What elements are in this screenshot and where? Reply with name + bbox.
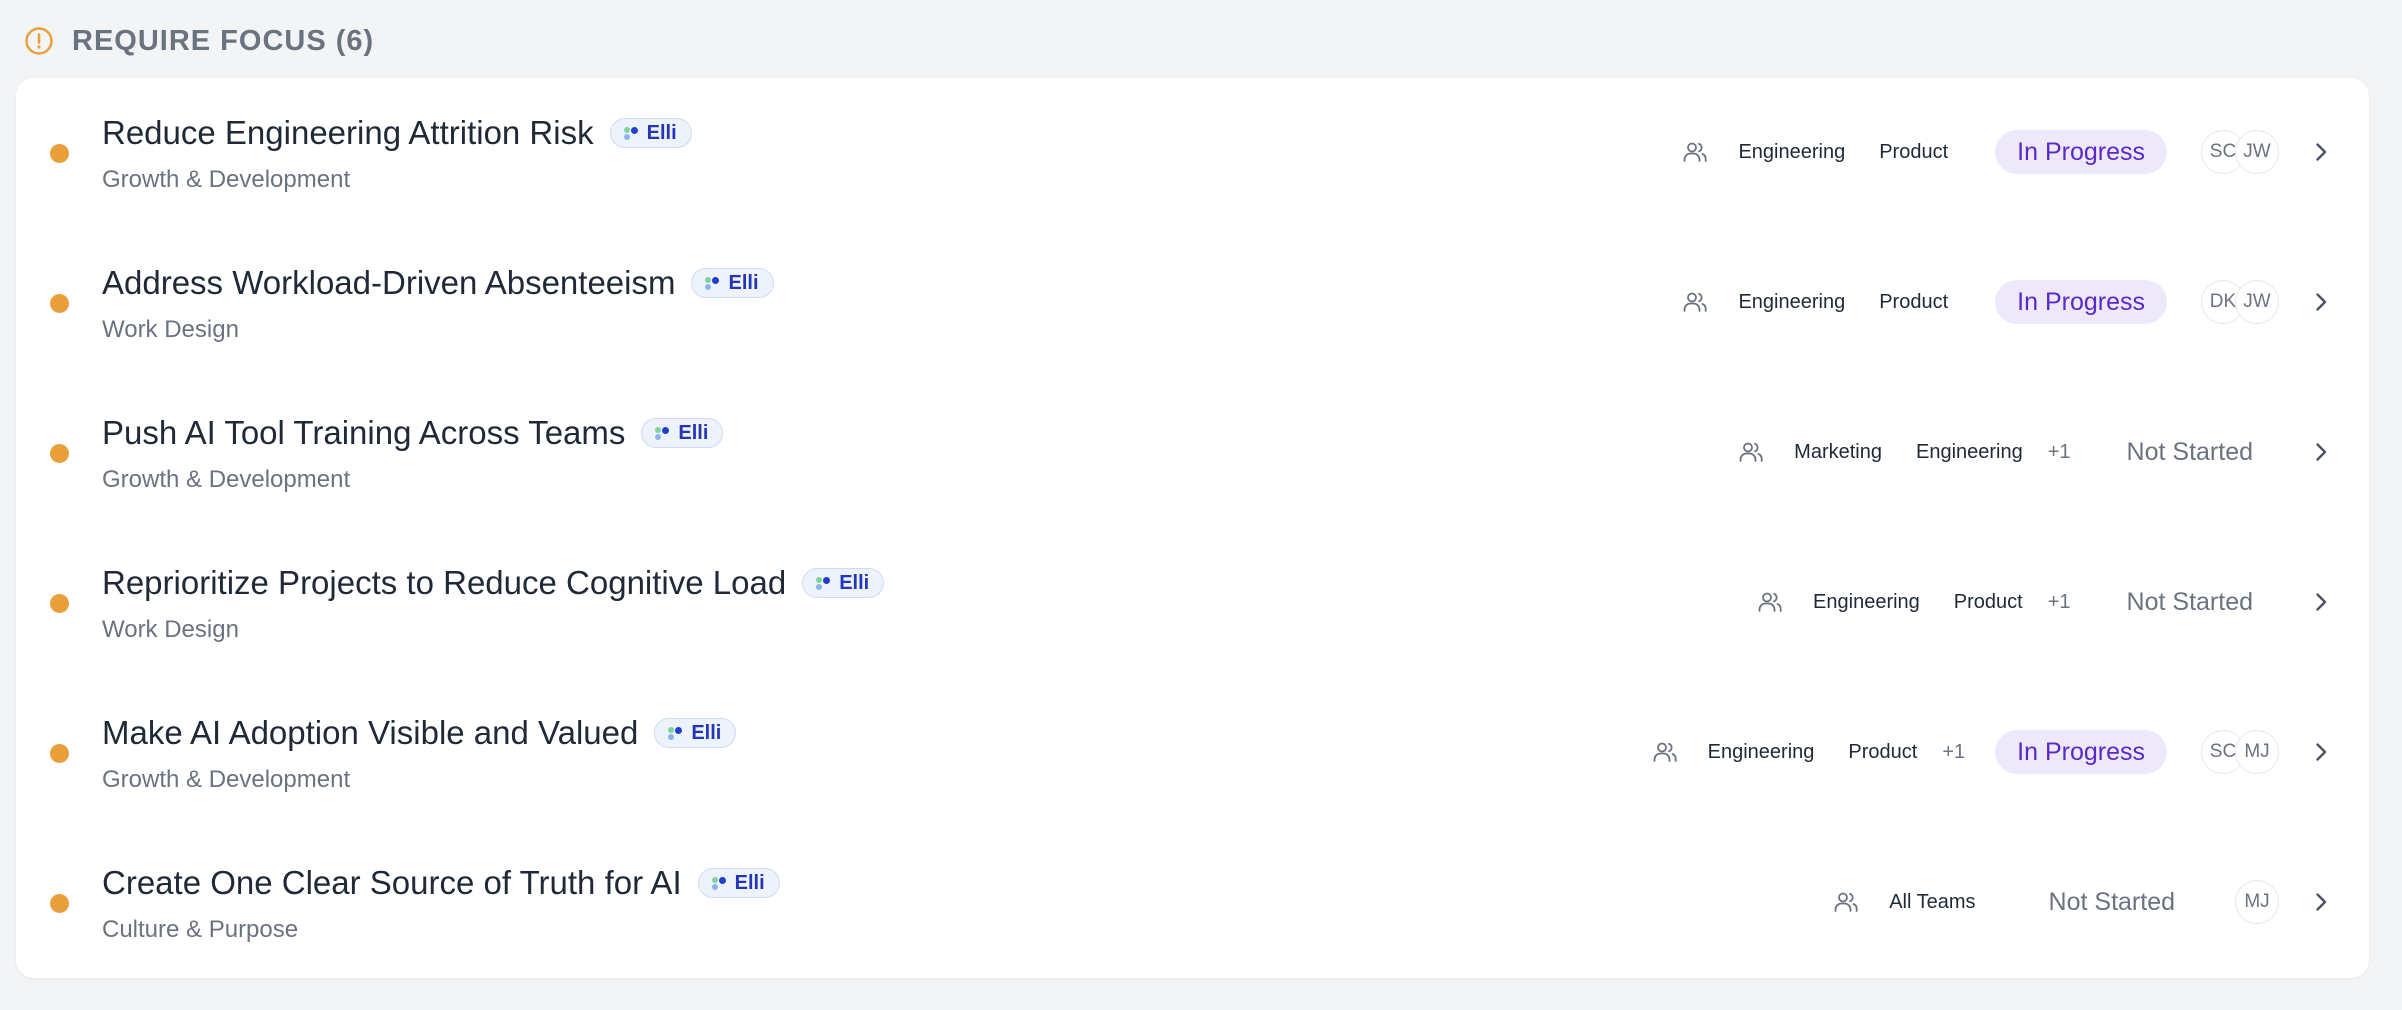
team-tag: Engineering <box>1707 740 1815 763</box>
section-header: REQUIRE FOCUS (6) <box>24 18 374 64</box>
title-line: Push AI Tool Training Across Teams Elli <box>102 414 724 452</box>
status-badge: In Progress <box>1995 280 2167 324</box>
status-badge: Not Started <box>2126 587 2253 616</box>
elli-badge: Elli <box>609 118 692 148</box>
users-icon <box>1681 288 1709 316</box>
focus-item-category: Growth & Development <box>102 766 351 793</box>
elli-logo-icon <box>704 275 720 291</box>
priority-dot <box>50 444 69 463</box>
elli-badge: Elli <box>641 418 724 448</box>
section-title: REQUIRE FOCUS (6) <box>72 24 375 57</box>
focus-item-category: Growth & Development <box>102 166 351 193</box>
priority-dot <box>50 894 69 913</box>
more-teams-count[interactable]: +1 <box>2048 591 2071 614</box>
priority-dot <box>50 594 69 613</box>
row-meta: Engineering Product +1 Not Started <box>1756 578 2333 626</box>
elli-badge: Elli <box>654 718 737 748</box>
elli-badge: Elli <box>697 868 780 898</box>
focus-item-title[interactable]: Push AI Tool Training Across Teams <box>102 414 625 452</box>
focus-item-row[interactable]: Reprioritize Projects to Reduce Cognitiv… <box>16 528 2369 678</box>
users-icon <box>1756 588 1784 616</box>
assignee-avatars: SC JW <box>2201 130 2279 174</box>
elli-badge: Elli <box>802 568 885 598</box>
focus-item-title[interactable]: Make AI Adoption Visible and Valued <box>102 714 638 752</box>
focus-item-category: Work Design <box>102 316 239 343</box>
focus-item-category: Growth & Development <box>102 466 351 493</box>
status-badge: In Progress <box>1995 730 2167 774</box>
team-tag: Product <box>1879 290 1949 313</box>
row-meta: Engineering Product In Progress SC JW <box>1681 128 2333 176</box>
elli-logo-icon <box>815 575 831 591</box>
assignee-avatars: SC MJ <box>2201 730 2279 774</box>
elli-badge-label: Elli <box>691 721 722 744</box>
team-tag: Engineering <box>1738 290 1846 313</box>
team-tag: Engineering <box>1738 140 1846 163</box>
focus-item-title[interactable]: Reprioritize Projects to Reduce Cognitiv… <box>102 564 786 602</box>
assignee-avatars: MJ <box>2235 880 2279 924</box>
focus-item-row[interactable]: Create One Clear Source of Truth for AI E… <box>16 828 2369 978</box>
priority-dot <box>50 744 69 763</box>
status-badge: Not Started <box>2126 437 2253 466</box>
users-icon <box>1832 888 1860 916</box>
row-meta: All Teams Not Started MJ <box>1832 878 2333 926</box>
elli-badge: Elli <box>691 268 774 298</box>
focus-item-title[interactable]: Create One Clear Source of Truth for AI <box>102 864 682 902</box>
chevron-right-icon[interactable] <box>2309 590 2333 614</box>
elli-logo-icon <box>711 875 727 891</box>
team-tag: Engineering <box>1915 440 2023 463</box>
focus-item-row[interactable]: Make AI Adoption Visible and Valued Elli G… <box>16 678 2369 828</box>
alert-circle-icon <box>24 26 54 56</box>
chevron-right-icon[interactable] <box>2309 290 2333 314</box>
more-teams-count[interactable]: +1 <box>2048 441 2071 464</box>
team-tag: All Teams <box>1889 890 1976 913</box>
team-tag: Product <box>1879 140 1949 163</box>
focus-item-title[interactable]: Reduce Engineering Attrition Risk <box>102 114 594 152</box>
elli-badge-label: Elli <box>839 571 870 594</box>
elli-badge-label: Elli <box>728 271 759 294</box>
focus-item-row[interactable]: Reduce Engineering Attrition Risk Elli Gro… <box>16 78 2369 228</box>
team-tag: Marketing <box>1794 440 1882 463</box>
more-teams-count[interactable]: +1 <box>1942 741 1965 764</box>
elli-badge-label: Elli <box>646 121 677 144</box>
priority-dot <box>50 294 69 313</box>
focus-item-title[interactable]: Address Workload-Driven Absenteeism <box>102 264 675 302</box>
title-line: Reprioritize Projects to Reduce Cognitiv… <box>102 564 885 602</box>
chevron-right-icon[interactable] <box>2309 140 2333 164</box>
chevron-right-icon[interactable] <box>2309 740 2333 764</box>
elli-logo-icon <box>654 425 670 441</box>
row-meta: Marketing Engineering +1 Not Started <box>1737 428 2333 476</box>
users-icon <box>1681 138 1709 166</box>
focus-list-card: Reduce Engineering Attrition Risk Elli Gro… <box>16 78 2369 978</box>
elli-logo-icon <box>667 725 683 741</box>
priority-dot <box>50 144 69 163</box>
row-meta: Engineering Product +1 In Progress SC MJ <box>1651 728 2333 776</box>
focus-item-row[interactable]: Address Workload-Driven Absenteeism Elli W… <box>16 228 2369 378</box>
chevron-right-icon[interactable] <box>2309 890 2333 914</box>
title-line: Reduce Engineering Attrition Risk Elli <box>102 114 692 152</box>
focus-item-category: Work Design <box>102 616 239 643</box>
assignee-avatars: DK JW <box>2201 280 2279 324</box>
title-line: Address Workload-Driven Absenteeism Elli <box>102 264 774 302</box>
chevron-right-icon[interactable] <box>2309 440 2333 464</box>
status-badge: In Progress <box>1995 130 2167 174</box>
elli-logo-icon <box>623 125 639 141</box>
avatar[interactable]: MJ <box>2235 880 2279 924</box>
team-tag: Product <box>1848 740 1918 763</box>
focus-item-row[interactable]: Push AI Tool Training Across Teams Elli Gr… <box>16 378 2369 528</box>
elli-badge-label: Elli <box>734 871 765 894</box>
avatar[interactable]: JW <box>2235 130 2279 174</box>
row-meta: Engineering Product In Progress DK JW <box>1681 278 2333 326</box>
avatar[interactable]: MJ <box>2235 730 2279 774</box>
elli-badge-label: Elli <box>678 421 709 444</box>
title-line: Make AI Adoption Visible and Valued Elli <box>102 714 737 752</box>
focus-item-category: Culture & Purpose <box>102 916 299 943</box>
users-icon <box>1737 438 1765 466</box>
title-line: Create One Clear Source of Truth for AI E… <box>102 864 780 902</box>
users-icon <box>1651 738 1679 766</box>
status-badge: Not Started <box>2048 887 2175 916</box>
team-tag: Engineering <box>1813 590 1920 613</box>
team-tag: Product <box>1953 590 2023 613</box>
avatar[interactable]: JW <box>2235 280 2279 324</box>
